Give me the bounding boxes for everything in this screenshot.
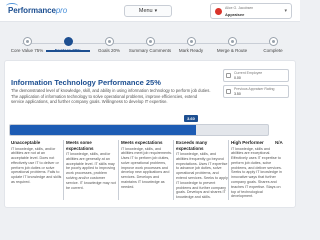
user-name: Alice G. Jacobsen [225,6,254,10]
review-stepper: Core Value 75% Factors 70% Goals 20% Sum… [0,23,300,53]
factor-title: Information Technology Performance 25% [11,78,161,87]
step-dot-icon [227,37,237,46]
step-mark-ready[interactable]: Mark Ready [169,37,213,53]
previous-appraiser-rating[interactable]: Previous Appraiser Rating 3.50 [223,85,289,98]
level-title: Meets some expectations [66,140,94,151]
user-role: Appraisee [225,12,245,17]
level-title: Unacceptable [11,140,41,145]
side-box-value: 0.00 [234,76,241,80]
level-meets-some[interactable]: Meets some expectations IT knowledge, sk… [66,140,118,190]
step-core-value[interactable]: Core Value 75% [5,37,49,53]
step-dot-icon [268,37,278,46]
level-description: IT knowledge, skills, and/or abilities a… [11,146,62,185]
level-description: IT knowledge, skills, and/or abilities a… [66,152,116,190]
step-dot-icon [186,37,196,46]
side-box-value: 3.50 [234,92,241,96]
active-step-indicator [46,50,90,52]
level-title: High Performer [231,140,264,145]
step-label: Core Value 75% [10,48,44,53]
step-label: Complete [263,48,283,53]
chevron-down-icon: ▾ [154,8,158,14]
factor-card: Information Technology Performance 25% T… [4,60,296,208]
logo-suffix-text: pro [55,6,68,15]
user-selector[interactable]: Alice G. Jacobsen Appraisee ▾ [210,3,292,19]
step-summary-comments[interactable]: Summary Comments [128,37,172,53]
logo-swirl-icon [6,3,18,9]
level-high-performer[interactable]: High Performer IT knowledge, skills and … [231,140,283,199]
step-label: Summary Comments [128,48,172,53]
level-meets[interactable]: Meets expectations IT knowledge, skills,… [121,140,173,190]
chevron-down-icon: ▾ [284,8,287,14]
score-slider[interactable] [9,124,269,136]
level-exceeds-many[interactable]: Exceeds many expectations IT knowledge, … [176,140,228,200]
rating-icon [226,73,231,78]
level-unacceptable[interactable]: Unacceptable IT knowledge, skills, and/o… [11,140,63,185]
level-description: IT knowledge, skills and abilities are e… [231,146,282,199]
level-divider [228,140,229,200]
current-employee-rating[interactable]: Current Employee 0.00 [223,69,289,82]
performancepro-logo[interactable]: Performancepro [6,3,68,15]
step-complete[interactable]: Complete [251,37,295,53]
step-goals[interactable]: Goals 20% [87,37,131,53]
step-dot-icon [145,37,155,46]
menu-button[interactable]: Menu ▾ [124,5,172,17]
step-merge-route[interactable]: Merge & Route [210,37,254,53]
step-dot-icon [22,37,32,46]
step-dot-icon [104,37,114,46]
level-title: Meets expectations [121,140,163,145]
side-box-label: Current Employee [234,71,263,75]
level-description: IT knowledge, skills, and abilities meet… [121,146,173,189]
side-box-label: Previous Appraiser Rating [234,87,275,91]
step-label: Merge & Route [216,48,248,53]
factor-description: The demonstrated level of knowledge, ski… [11,88,211,105]
level-divider [118,140,119,200]
avatar [215,8,222,15]
rating-icon [226,89,231,94]
level-title: Exceeds many expectations [176,140,208,151]
level-divider [63,140,64,200]
step-label: Goals 20% [97,48,120,53]
top-header: Performancepro Menu ▾ Alice G. Jacobsen A… [0,0,300,22]
level-divider [173,140,174,200]
level-description: IT knowledge, skills, and abilities freq… [176,152,228,200]
score-slider-fill [10,125,196,135]
menu-label: Menu [138,8,153,14]
step-label: Mark Ready [178,48,204,53]
score-badge: 3.60 [184,115,198,122]
step-dot-icon [63,37,73,46]
